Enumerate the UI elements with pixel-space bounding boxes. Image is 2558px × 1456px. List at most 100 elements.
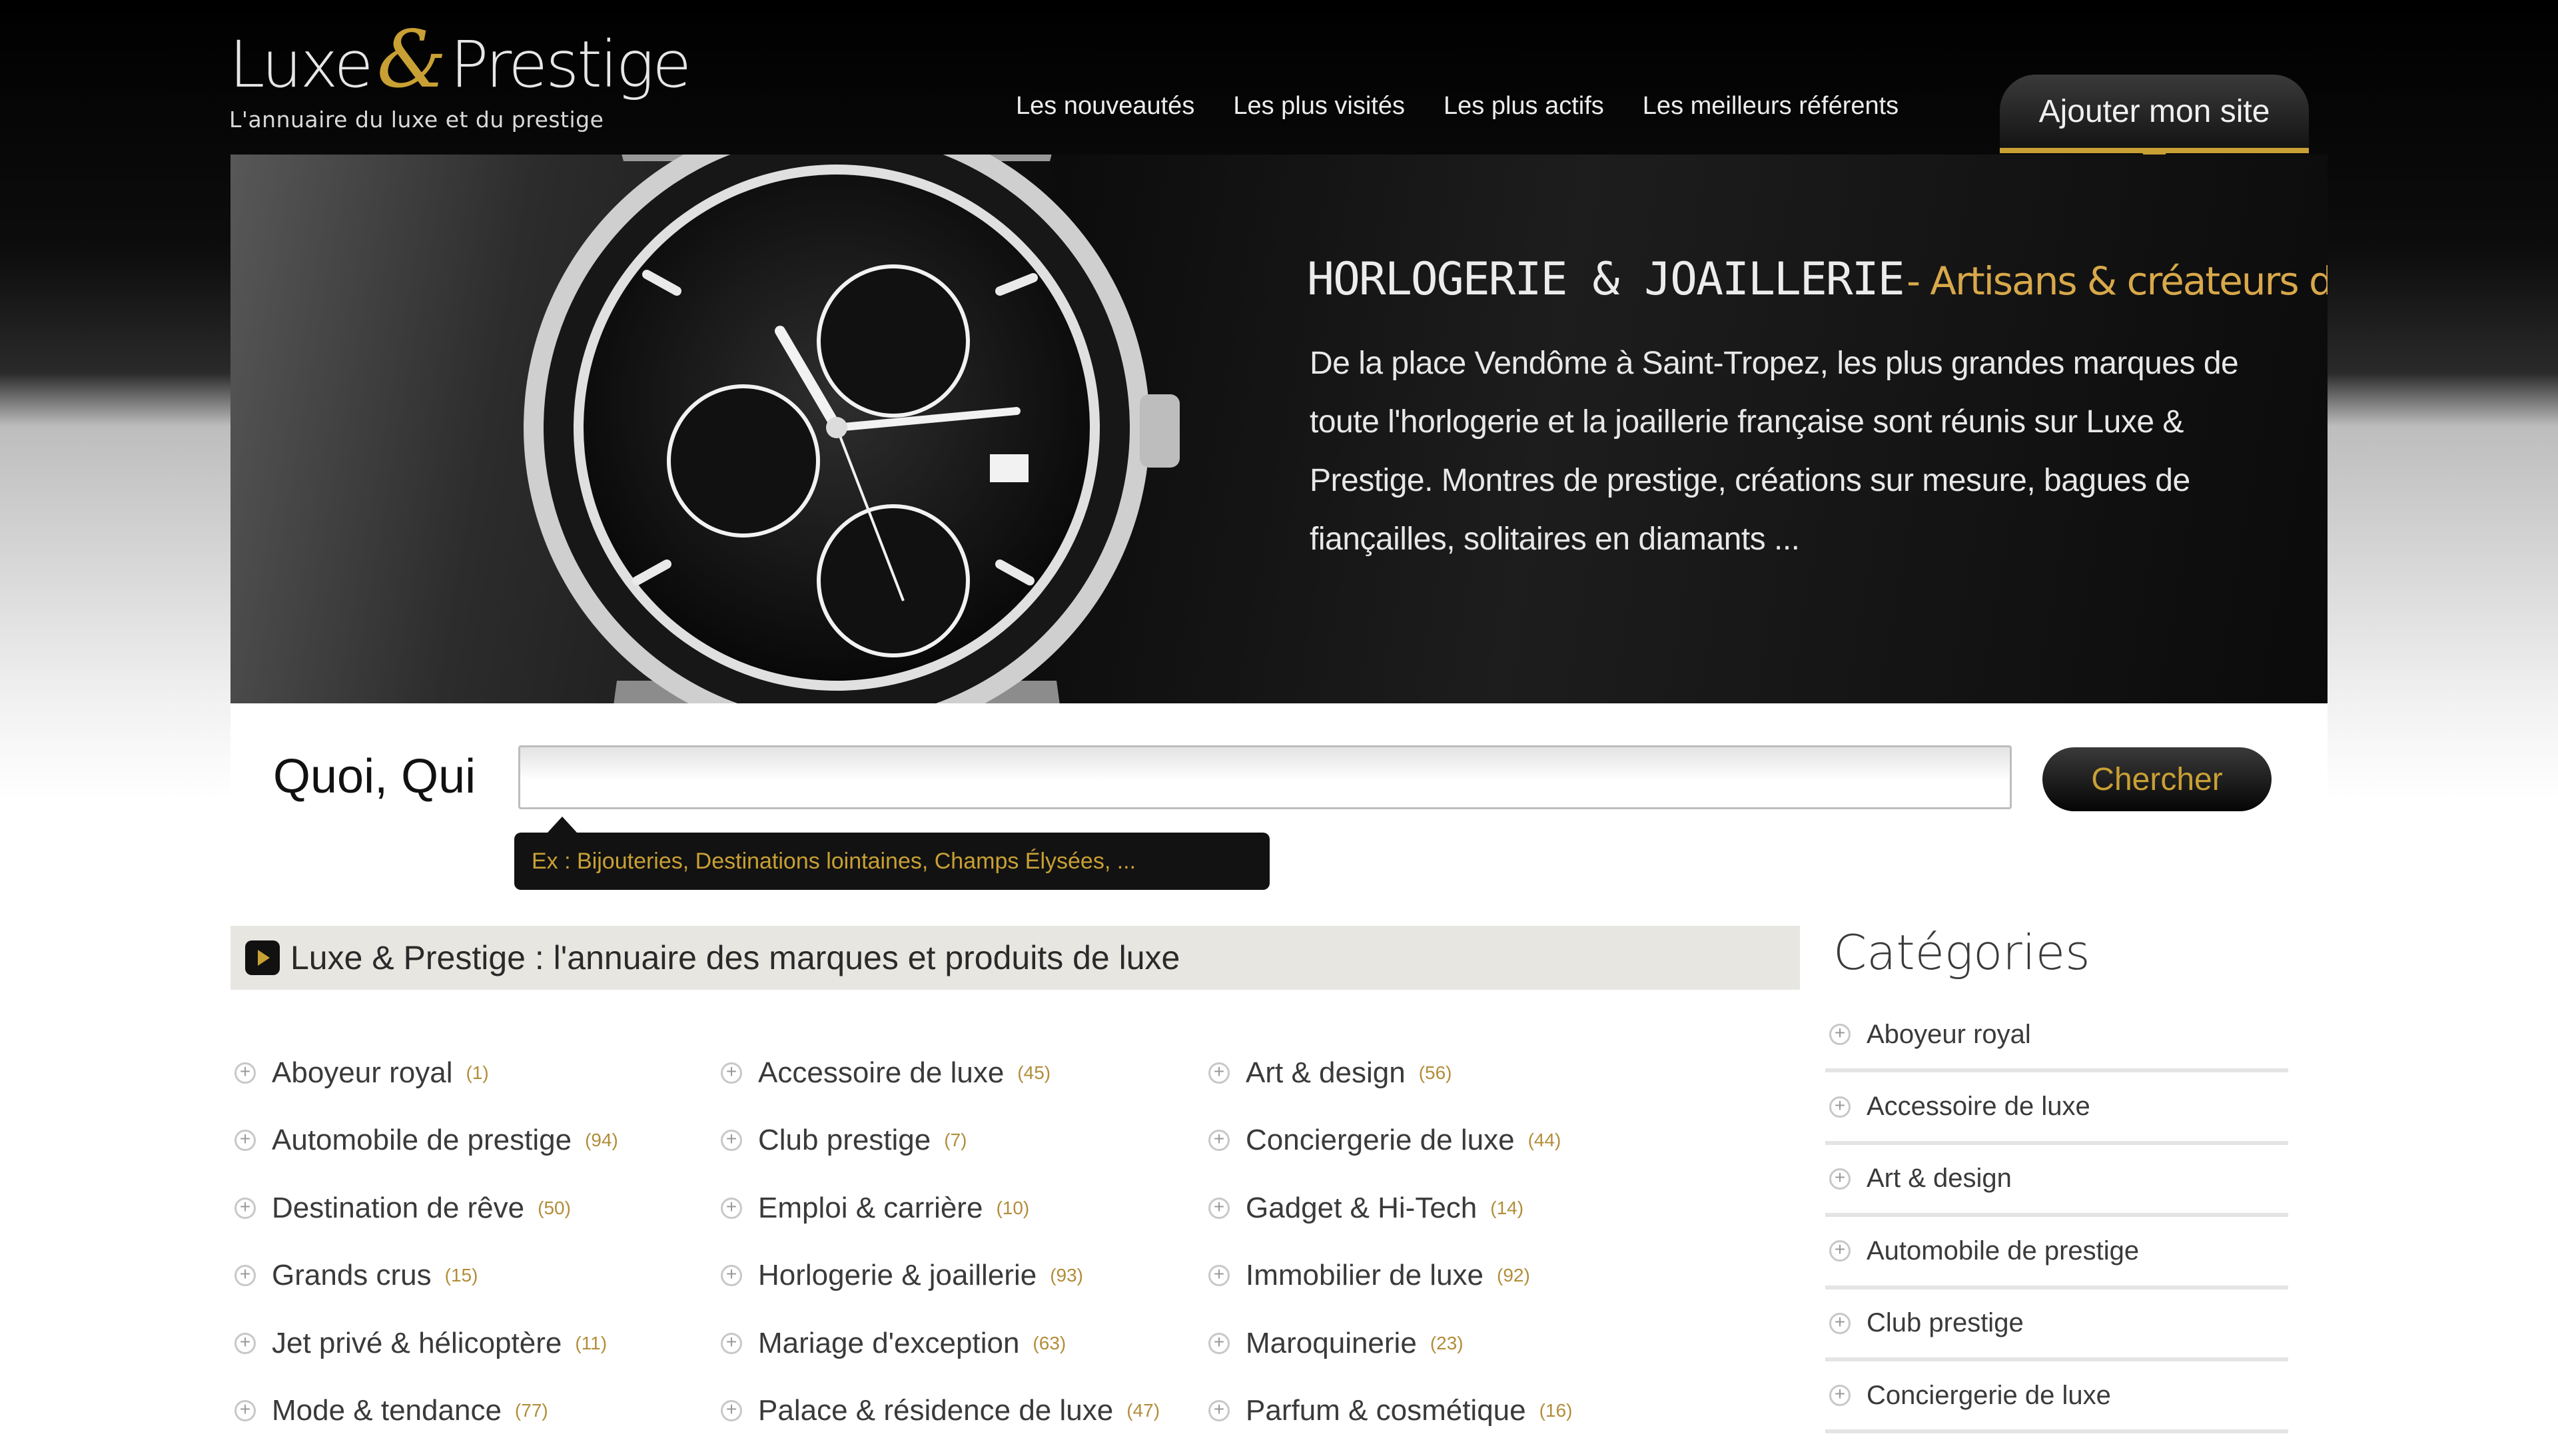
sidebar-item-label: Art & design bbox=[1867, 1164, 2012, 1194]
category-name: Maroquinerie bbox=[1246, 1326, 1417, 1359]
sidebar-item-club-prestige[interactable]: Club prestige bbox=[1825, 1289, 2288, 1361]
plus-circle-icon bbox=[721, 1399, 742, 1422]
category-name: Accessoire de luxe bbox=[758, 1056, 1005, 1089]
directory-header: Luxe & Prestige : l'annuaire des marques… bbox=[230, 926, 1800, 990]
plus-circle-icon bbox=[234, 1331, 256, 1354]
category-link[interactable]: Horlogerie & joaillerie (93) bbox=[721, 1242, 1214, 1310]
category-link[interactable]: Palace & résidence de luxe (47) bbox=[721, 1377, 1214, 1445]
sidebar-title: Catégories bbox=[1833, 924, 2090, 980]
plus-circle-icon bbox=[1829, 1311, 1851, 1334]
sidebar-item-label: Automobile de prestige bbox=[1867, 1236, 2140, 1266]
plus-circle-icon bbox=[1208, 1264, 1230, 1287]
category-link[interactable]: Parfum & cosmétique (16) bbox=[1208, 1377, 1701, 1445]
plus-circle-icon bbox=[1829, 1022, 1851, 1046]
nav-link-nouveautes[interactable]: Les nouveautés bbox=[1016, 92, 1194, 121]
plus-circle-icon bbox=[1829, 1383, 1851, 1407]
plus-circle-icon bbox=[1829, 1095, 1851, 1118]
plus-circle-icon bbox=[234, 1399, 256, 1422]
plus-circle-icon bbox=[1829, 1239, 1851, 1262]
category-link[interactable]: Aboyeur royal (1) bbox=[234, 1039, 727, 1107]
category-name: Emploi & carrière bbox=[758, 1191, 983, 1224]
sidebar-item-art-design[interactable]: Art & design bbox=[1825, 1145, 2288, 1218]
category-count: (7) bbox=[944, 1130, 967, 1151]
site-logo[interactable]: Luxe&Prestige L'annuaire du luxe et du p… bbox=[229, 13, 691, 140]
plus-circle-icon bbox=[1208, 1399, 1230, 1422]
category-name: Conciergerie de luxe bbox=[1246, 1124, 1515, 1157]
category-count: (11) bbox=[575, 1332, 608, 1353]
nav-link-plus-visites[interactable]: Les plus visités bbox=[1233, 92, 1405, 121]
category-count: (93) bbox=[1050, 1265, 1083, 1286]
search-input[interactable] bbox=[518, 745, 2012, 809]
plus-circle-icon bbox=[1208, 1196, 1230, 1219]
category-name: Grands crus bbox=[272, 1259, 432, 1292]
category-name: Mode & tendance bbox=[272, 1394, 502, 1427]
category-name: Mariage d'exception bbox=[758, 1326, 1020, 1359]
sidebar-item-automobile-de-prestige[interactable]: Automobile de prestige bbox=[1825, 1217, 2288, 1289]
category-link[interactable]: Destination de rêve (50) bbox=[234, 1174, 727, 1242]
search-hint-tooltip: Ex : Bijouteries, Destinations lointaine… bbox=[514, 817, 1270, 890]
category-link[interactable]: Grands crus (15) bbox=[234, 1242, 727, 1310]
category-link[interactable]: Club prestige (7) bbox=[721, 1107, 1214, 1175]
sidebar-item-aboyeur-royal[interactable]: Aboyeur royal bbox=[1825, 1000, 2288, 1073]
category-name: Automobile de prestige bbox=[272, 1124, 572, 1157]
hero-banner: HORLOGERIE & JOAILLERIE - Artisans & cré… bbox=[230, 155, 2328, 703]
category-name: Jet privé & hélicoptère bbox=[272, 1326, 562, 1359]
sidebar-item-conciergerie-de-luxe[interactable]: Conciergerie de luxe bbox=[1825, 1361, 2288, 1434]
category-count: (10) bbox=[996, 1197, 1030, 1218]
category-link[interactable]: Immobilier de luxe (92) bbox=[1208, 1242, 1701, 1310]
category-link[interactable]: Conciergerie de luxe (44) bbox=[1208, 1107, 1701, 1175]
category-count: (47) bbox=[1126, 1400, 1160, 1421]
category-link[interactable]: Mariage d'exception (63) bbox=[721, 1309, 1214, 1377]
sidebar-item-label: Conciergerie de luxe bbox=[1867, 1380, 2111, 1410]
logo-wordmark: Luxe&Prestige bbox=[229, 13, 691, 105]
play-icon bbox=[245, 940, 280, 975]
plus-circle-icon bbox=[1208, 1331, 1230, 1354]
nav-link-meilleurs-referents[interactable]: Les meilleurs référents bbox=[1643, 92, 1899, 121]
category-count: (92) bbox=[1497, 1265, 1530, 1286]
banner-description: De la place Vendôme à Saint-Tropez, les … bbox=[1310, 346, 2239, 557]
category-name: Parfum & cosmétique bbox=[1246, 1394, 1526, 1427]
category-link[interactable]: Accessoire de luxe (45) bbox=[721, 1039, 1214, 1107]
category-link[interactable]: Maroquinerie (23) bbox=[1208, 1309, 1701, 1377]
category-count: (44) bbox=[1527, 1130, 1561, 1151]
category-count: (16) bbox=[1539, 1400, 1573, 1421]
category-link[interactable]: Gadget & Hi-Tech (14) bbox=[1208, 1174, 1701, 1242]
plus-circle-icon bbox=[234, 1061, 256, 1084]
watch-image bbox=[524, 155, 1180, 703]
plus-circle-icon bbox=[721, 1196, 742, 1219]
banner-title: HORLOGERIE & JOAILLERIE bbox=[1307, 253, 1905, 306]
plus-circle-icon bbox=[721, 1061, 742, 1084]
add-site-button[interactable]: Ajouter mon site bbox=[2000, 75, 2309, 168]
category-column: Aboyeur royal (1) Automobile de prestige (… bbox=[234, 1039, 727, 1445]
category-name: Aboyeur royal bbox=[272, 1056, 453, 1089]
search-button[interactable]: Chercher bbox=[2042, 747, 2272, 811]
plus-circle-icon bbox=[1208, 1128, 1230, 1152]
sidebar-item-label: Club prestige bbox=[1867, 1308, 2024, 1338]
category-link[interactable]: Mode & tendance (77) bbox=[234, 1377, 727, 1445]
category-link[interactable]: Jet privé & hélicoptère (11) bbox=[234, 1309, 727, 1377]
category-name: Club prestige bbox=[758, 1124, 931, 1157]
plus-circle-icon bbox=[721, 1331, 742, 1354]
logo-tagline: L'annuaire du luxe et du prestige bbox=[229, 107, 604, 133]
category-name: Palace & résidence de luxe bbox=[758, 1394, 1114, 1427]
plus-circle-icon bbox=[721, 1264, 742, 1287]
category-link[interactable]: Art & design (56) bbox=[1208, 1039, 1701, 1107]
category-name: Art & design bbox=[1246, 1056, 1406, 1089]
sidebar-item-label: Aboyeur royal bbox=[1867, 1019, 2031, 1049]
plus-circle-icon bbox=[234, 1196, 256, 1219]
category-name: Destination de rêve bbox=[272, 1191, 525, 1224]
category-count: (14) bbox=[1490, 1197, 1524, 1218]
banner-heading: HORLOGERIE & JOAILLERIE - Artisans & cré… bbox=[1307, 253, 2328, 306]
category-column: Accessoire de luxe(45) Club prestige(7) … bbox=[721, 1039, 1214, 1445]
category-count: (15) bbox=[444, 1265, 478, 1286]
category-column: Art & design (56) Conciergerie de luxe (44… bbox=[1208, 1039, 1701, 1445]
category-count: (1) bbox=[466, 1062, 489, 1083]
sidebar-item-accessoire-de-luxe[interactable]: Accessoire de luxe bbox=[1825, 1072, 2288, 1145]
category-count: (45) bbox=[1017, 1062, 1051, 1083]
category-link[interactable]: Automobile de prestige (94) bbox=[234, 1107, 727, 1175]
main-nav: Les nouveautés Les plus visités Les plus… bbox=[1016, 92, 1899, 121]
category-count: (94) bbox=[585, 1130, 618, 1151]
category-count: (50) bbox=[538, 1197, 571, 1218]
nav-link-plus-actifs[interactable]: Les plus actifs bbox=[1444, 92, 1604, 121]
category-link[interactable]: Emploi & carrière (10) bbox=[721, 1174, 1214, 1242]
